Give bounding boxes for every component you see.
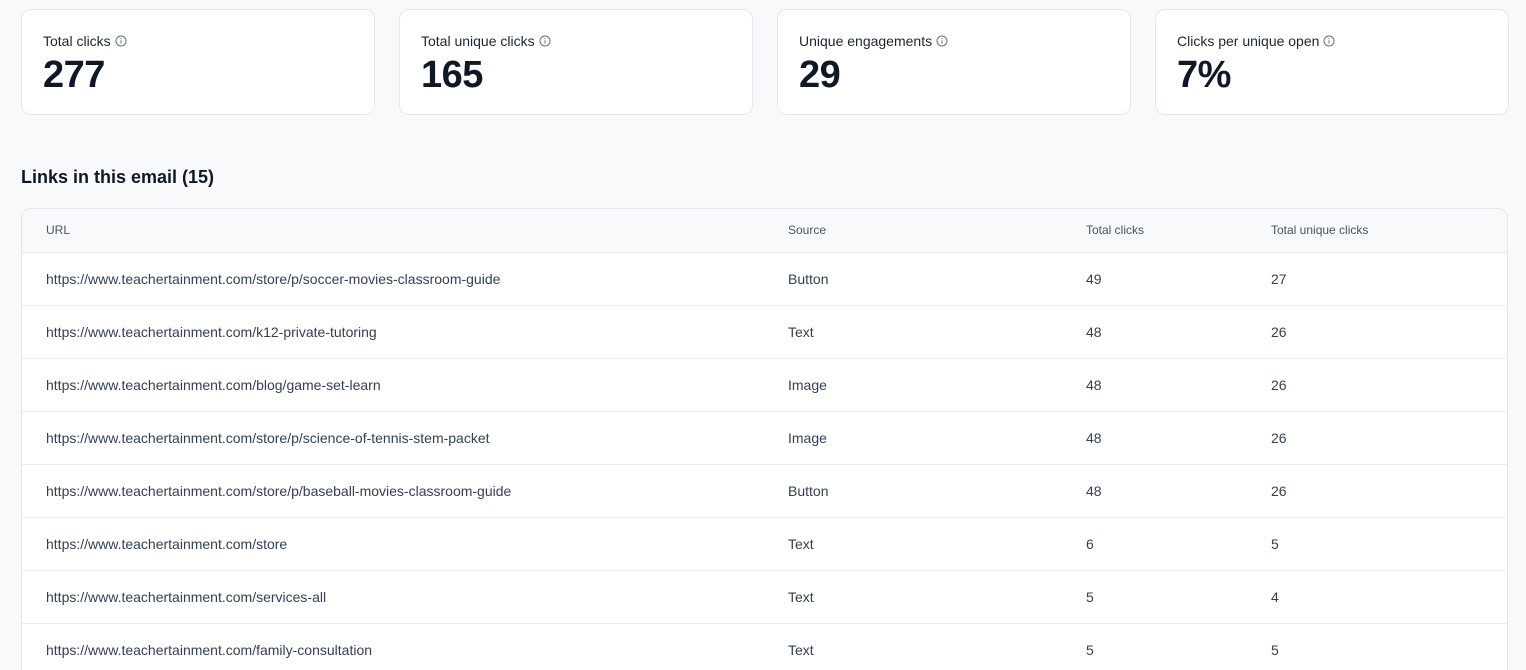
column-header-total-unique-clicks[interactable]: Total unique clicks [1271, 209, 1507, 252]
link-source: Button [788, 482, 829, 499]
link-url[interactable]: https://www.teachertainment.com/store/p/… [22, 252, 788, 305]
link-url[interactable]: https://www.teachertainment.com/blog/gam… [22, 358, 788, 411]
stat-value: 277 [43, 54, 105, 96]
link-unique-clicks: 4 [1271, 588, 1279, 605]
link-total-clicks: 5 [1086, 588, 1094, 605]
stat-value: 29 [799, 54, 841, 96]
table-row: https://www.teachertainment.com/family-c… [22, 623, 1507, 670]
link-unique-clicks: 5 [1271, 641, 1279, 658]
link-url[interactable]: https://www.teachertainment.com/store/p/… [22, 411, 788, 464]
link-url[interactable]: https://www.teachertainment.com/store/p/… [22, 464, 788, 517]
link-total-clicks: 48 [1086, 482, 1102, 499]
link-url[interactable]: https://www.teachertainment.com/family-c… [22, 623, 788, 670]
stat-label: Total unique clicks [421, 33, 535, 49]
info-icon[interactable] [115, 35, 127, 47]
link-source: Text [788, 535, 814, 552]
stat-label: Unique engagements [799, 33, 933, 49]
links-table: URL Source Total clicks Total unique cli… [21, 208, 1508, 670]
table-row: https://www.teachertainment.com/store Te… [22, 517, 1507, 570]
links-section-title: Links in this email (15) [21, 167, 215, 187]
link-unique-clicks: 26 [1271, 323, 1287, 340]
link-unique-clicks: 26 [1271, 429, 1287, 446]
link-unique-clicks: 26 [1271, 376, 1287, 393]
info-icon[interactable] [936, 35, 948, 47]
link-source: Button [788, 270, 829, 287]
link-unique-clicks: 5 [1271, 535, 1279, 552]
link-url[interactable]: https://www.teachertainment.com/store [22, 517, 788, 570]
table-row: https://www.teachertainment.com/store/p/… [22, 252, 1507, 305]
link-source: Text [788, 323, 814, 340]
stat-value: 7% [1177, 54, 1231, 96]
link-url[interactable]: https://www.teachertainment.com/services… [22, 570, 788, 623]
stat-value: 165 [421, 54, 483, 96]
table-header-row: URL Source Total clicks Total unique cli… [22, 209, 1507, 252]
link-source: Text [788, 641, 814, 658]
column-header-source[interactable]: Source [788, 209, 1086, 252]
column-header-total-clicks[interactable]: Total clicks [1086, 209, 1271, 252]
stat-card-clicks-per-unique-open: Clicks per unique open 7% [1155, 9, 1509, 115]
stats-row: Total clicks 277 Total unique clicks 165… [21, 9, 1509, 115]
link-unique-clicks: 27 [1271, 270, 1287, 287]
stat-label: Clicks per unique open [1177, 33, 1320, 49]
table-row: https://www.teachertainment.com/store/p/… [22, 411, 1507, 464]
link-total-clicks: 48 [1086, 429, 1102, 446]
link-source: Image [788, 376, 827, 393]
link-total-clicks: 6 [1086, 535, 1094, 552]
link-total-clicks: 5 [1086, 641, 1094, 658]
info-icon[interactable] [539, 35, 551, 47]
stat-card-unique-engagements: Unique engagements 29 [777, 9, 1131, 115]
table-row: https://www.teachertainment.com/k12-priv… [22, 305, 1507, 358]
stat-card-total-unique-clicks: Total unique clicks 165 [399, 9, 753, 115]
link-total-clicks: 48 [1086, 323, 1102, 340]
info-icon[interactable] [1323, 35, 1335, 47]
table-row: https://www.teachertainment.com/blog/gam… [22, 358, 1507, 411]
link-source: Text [788, 588, 814, 605]
link-total-clicks: 49 [1086, 270, 1102, 287]
column-header-url[interactable]: URL [22, 209, 788, 252]
stat-label: Total clicks [43, 33, 111, 49]
link-source: Image [788, 429, 827, 446]
table-row: https://www.teachertainment.com/store/p/… [22, 464, 1507, 517]
stat-card-total-clicks: Total clicks 277 [21, 9, 375, 115]
link-url[interactable]: https://www.teachertainment.com/k12-priv… [22, 305, 788, 358]
email-click-report: Total clicks 277 Total unique clicks 165… [0, 0, 1526, 670]
table-row: https://www.teachertainment.com/services… [22, 570, 1507, 623]
link-total-clicks: 48 [1086, 376, 1102, 393]
link-unique-clicks: 26 [1271, 482, 1287, 499]
